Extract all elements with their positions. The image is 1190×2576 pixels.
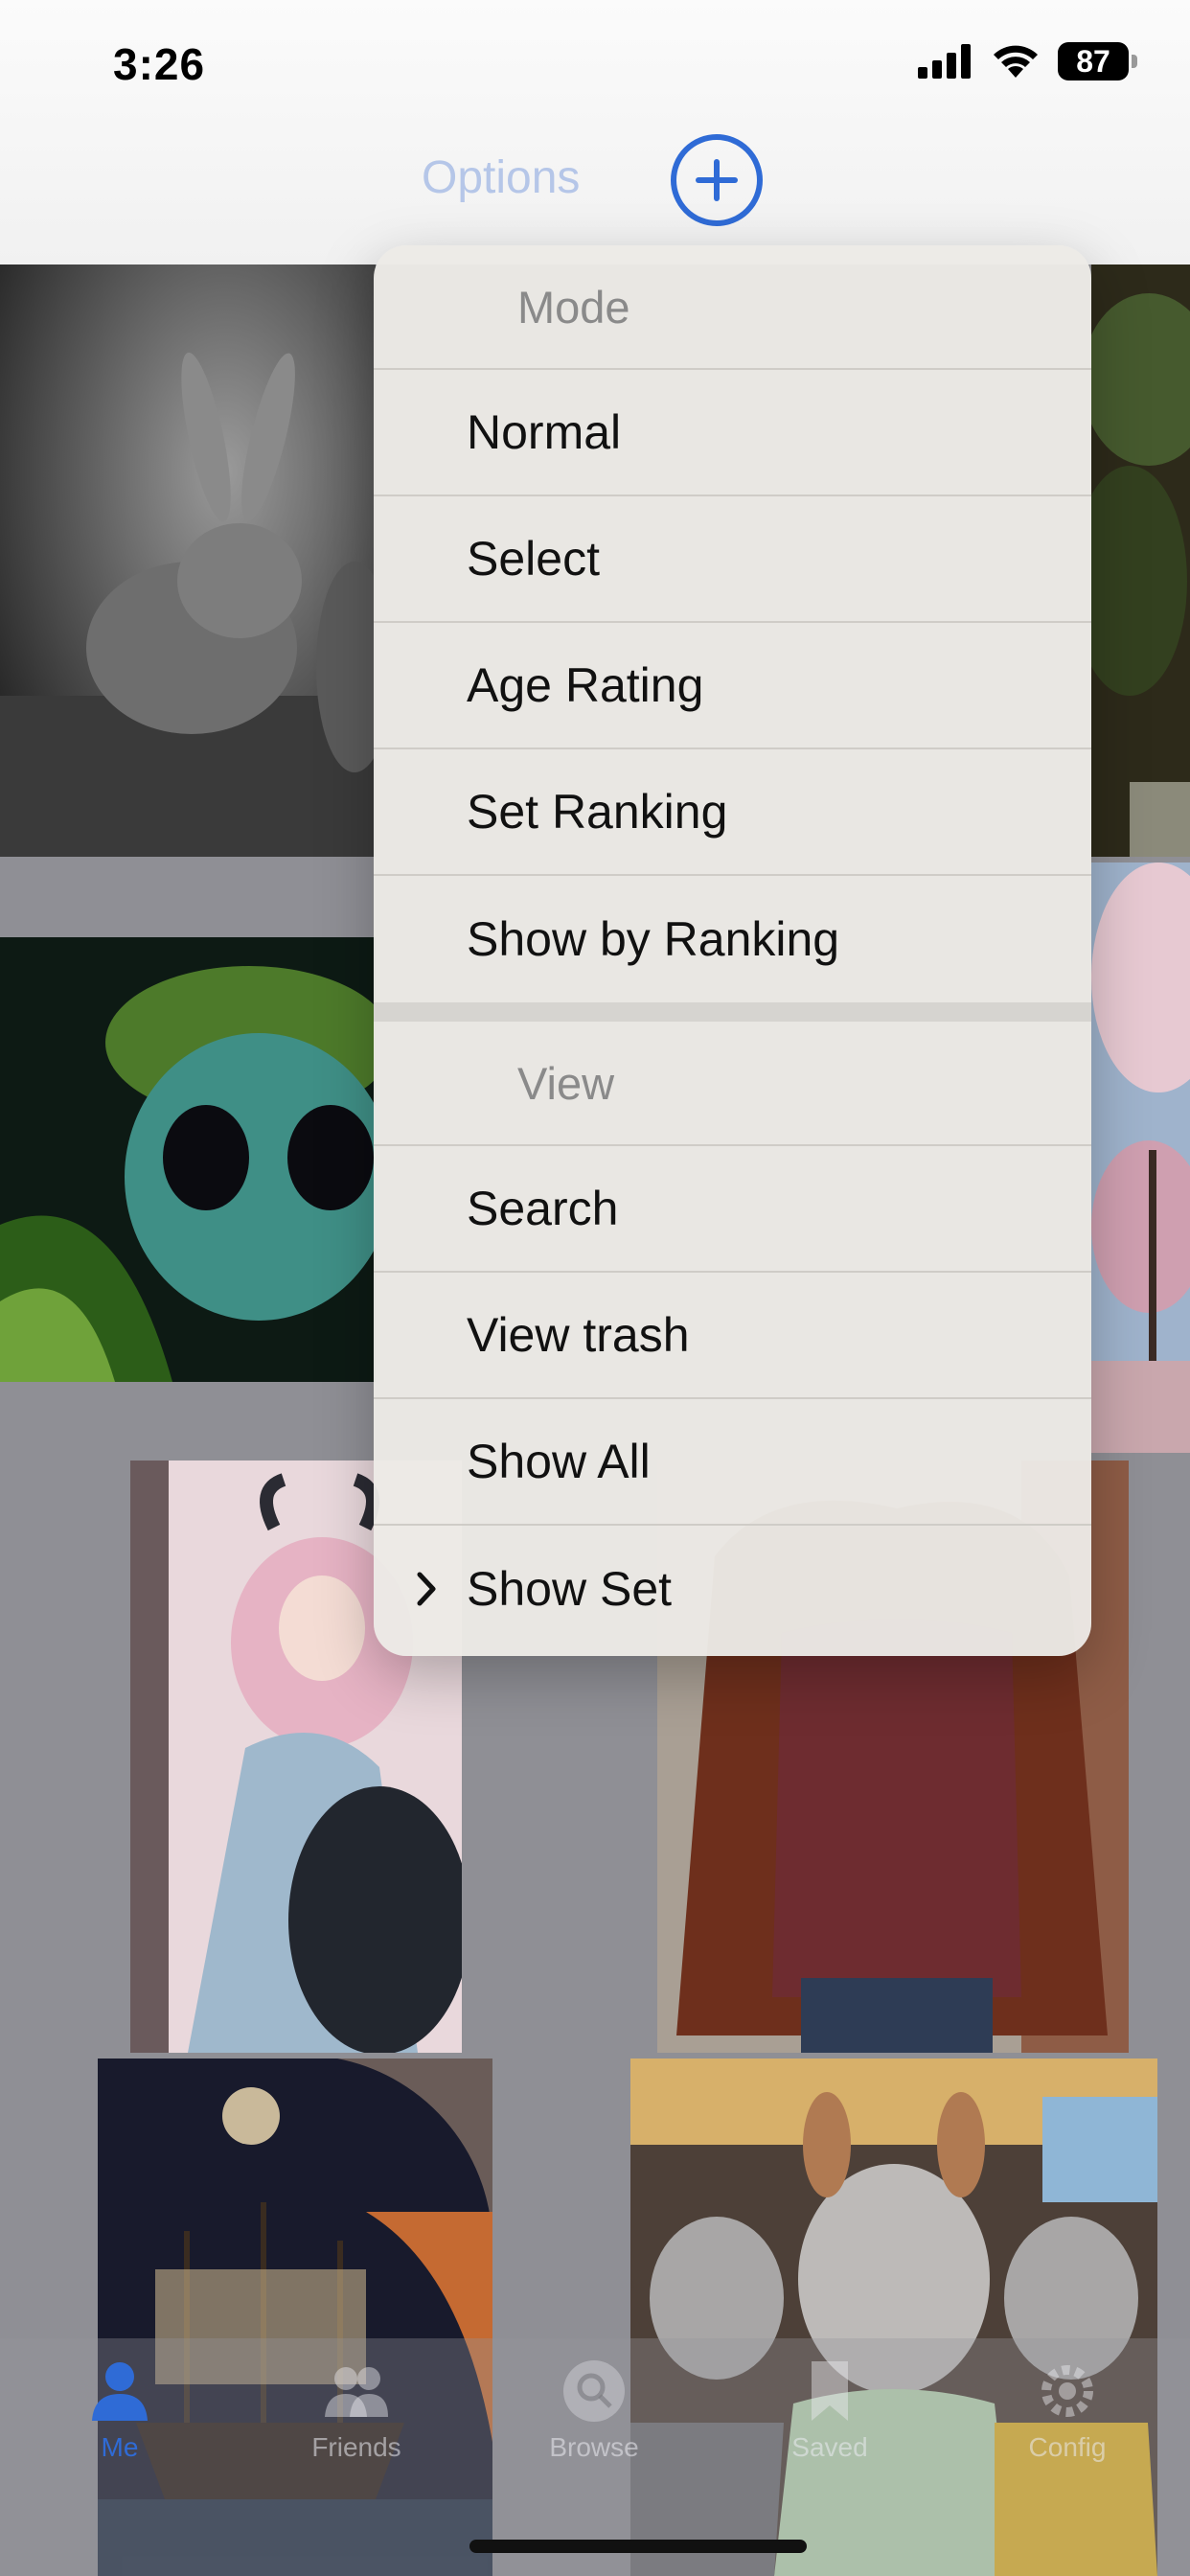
- battery-cap: [1132, 55, 1137, 68]
- plus-icon: [696, 159, 738, 201]
- bookmark-icon: [812, 2361, 848, 2421]
- options-menu: Mode Normal Select Age Rating Set Rankin…: [374, 245, 1091, 1656]
- search-icon: [563, 2360, 625, 2422]
- tab-label-friends: Friends: [311, 2432, 401, 2462]
- gallery-image-forest[interactable]: [1091, 264, 1190, 857]
- options-button[interactable]: Options: [422, 151, 580, 204]
- menu-section-header-mode: Mode: [374, 245, 1091, 370]
- people-icon: [325, 2367, 388, 2417]
- tab-saved[interactable]: Saved: [744, 2358, 916, 2463]
- status-bar: 3:26 87: [0, 0, 1190, 134]
- menu-item-view-trash[interactable]: View trash: [374, 1273, 1091, 1399]
- menu-item-show-all[interactable]: Show All: [374, 1399, 1091, 1526]
- menu-section-separator: [374, 1002, 1091, 1022]
- tab-label-browse: Browse: [549, 2432, 639, 2462]
- gallery-image-alien[interactable]: [0, 937, 376, 1382]
- menu-item-show-set-label: Show Set: [467, 1562, 673, 1616]
- home-indicator: [469, 2540, 807, 2553]
- wifi-icon: [994, 45, 1038, 78]
- menu-item-show-set[interactable]: Show Set: [374, 1526, 1091, 1652]
- menu-item-search[interactable]: Search: [374, 1146, 1091, 1273]
- cellular-signal-icon: [918, 44, 971, 79]
- tab-browse[interactable]: Browse: [508, 2358, 680, 2463]
- menu-section-header-view: View: [374, 1022, 1091, 1146]
- menu-item-set-ranking[interactable]: Set Ranking: [374, 749, 1091, 876]
- gear-icon: [1041, 2365, 1093, 2417]
- add-button[interactable]: [671, 134, 763, 226]
- chevron-right-icon: [417, 1572, 436, 1606]
- gallery-image-rabbits[interactable]: [0, 264, 376, 857]
- tab-config[interactable]: Config: [981, 2358, 1154, 2463]
- gallery-image-cherry-blossom[interactable]: [1091, 862, 1190, 1453]
- status-icons: 87: [918, 42, 1137, 80]
- tab-label-config: Config: [1028, 2432, 1107, 2462]
- person-icon: [92, 2362, 148, 2421]
- menu-item-show-by-ranking[interactable]: Show by Ranking: [374, 876, 1091, 1002]
- battery-level: 87: [1076, 43, 1110, 79]
- status-time: 3:26: [113, 39, 206, 89]
- menu-item-select[interactable]: Select: [374, 496, 1091, 623]
- tab-friends[interactable]: Friends: [270, 2358, 443, 2463]
- battery-icon: 87: [1058, 42, 1137, 80]
- tab-me[interactable]: Me: [34, 2358, 206, 2463]
- menu-item-age-rating[interactable]: Age Rating: [374, 623, 1091, 749]
- menu-item-normal[interactable]: Normal: [374, 370, 1091, 496]
- tab-label-me: Me: [101, 2432, 139, 2462]
- tab-label-saved: Saved: [791, 2432, 868, 2462]
